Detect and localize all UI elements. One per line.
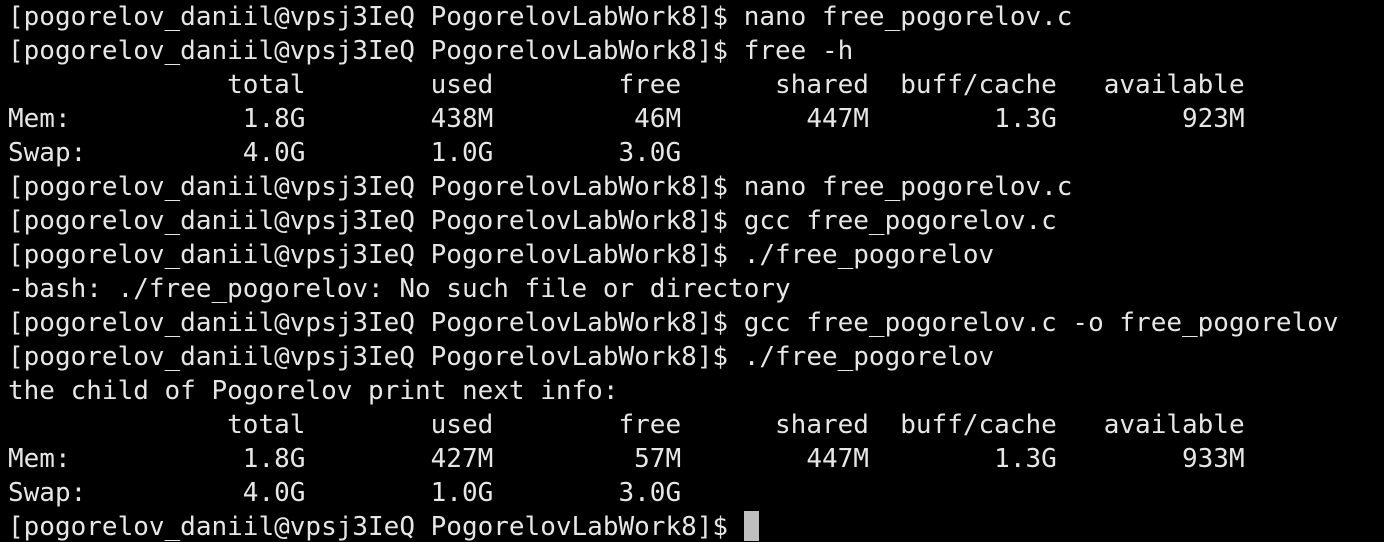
text-cursor: [743, 511, 759, 541]
terminal-line: Swap: 4.0G 1.0G 3.0G: [8, 138, 682, 168]
terminal-line: [pogorelov_daniil@vpsj3IeQ PogorelovLabW…: [8, 172, 1073, 202]
terminal-line: [pogorelov_daniil@vpsj3IeQ PogorelovLabW…: [8, 2, 1073, 32]
terminal-line: [pogorelov_daniil@vpsj3IeQ PogorelovLabW…: [8, 342, 995, 372]
terminal-line: total used free shared buff/cache availa…: [8, 410, 1245, 440]
terminal-line: [pogorelov_daniil@vpsj3IeQ PogorelovLabW…: [8, 308, 1339, 338]
terminal-window[interactable]: [pogorelov_daniil@vpsj3IeQ PogorelovLabW…: [0, 0, 1384, 542]
terminal-line: total used free shared buff/cache availa…: [8, 70, 1245, 100]
terminal-line: [pogorelov_daniil@vpsj3IeQ PogorelovLabW…: [8, 36, 854, 66]
terminal-input-line[interactable]: [pogorelov_daniil@vpsj3IeQ PogorelovLabW…: [8, 510, 1384, 542]
terminal-line: Mem: 1.8G 427M 57M 447M 1.3G 933M: [8, 444, 1245, 474]
terminal-line: -bash: ./free_pogorelov: No such file or…: [8, 274, 791, 304]
terminal-line: the child of Pogorelov print next info:: [8, 376, 619, 406]
terminal-line: [pogorelov_daniil@vpsj3IeQ PogorelovLabW…: [8, 240, 995, 270]
shell-prompt: [pogorelov_daniil@vpsj3IeQ PogorelovLabW…: [8, 512, 744, 542]
terminal-line: Swap: 4.0G 1.0G 3.0G: [8, 478, 682, 508]
terminal-line: [pogorelov_daniil@vpsj3IeQ PogorelovLabW…: [8, 206, 1057, 236]
terminal-line: Mem: 1.8G 438M 46M 447M 1.3G 923M: [8, 104, 1245, 134]
